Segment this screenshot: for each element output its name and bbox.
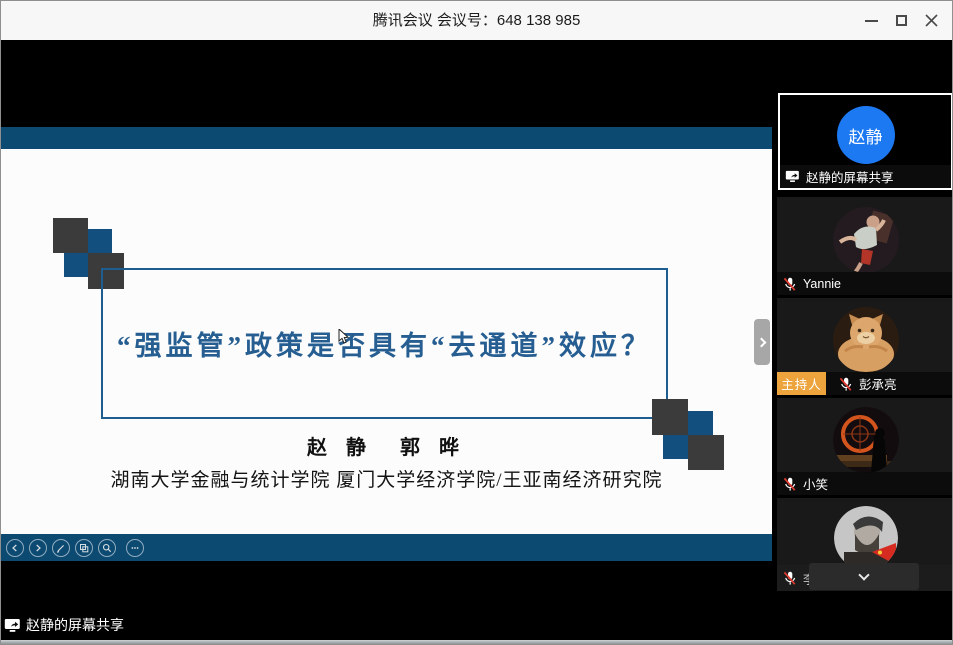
host-badge: 主持人 bbox=[777, 372, 826, 395]
slide-top-bar bbox=[1, 127, 772, 149]
participant-name: 彭承亮 bbox=[859, 374, 897, 393]
screen-share-icon bbox=[785, 170, 800, 183]
magnifier-button[interactable] bbox=[98, 539, 116, 557]
window-controls bbox=[856, 1, 946, 40]
mouse-cursor bbox=[338, 329, 350, 345]
arrow-left-icon bbox=[10, 543, 20, 553]
next-slide-button[interactable] bbox=[29, 539, 47, 557]
minimize-icon bbox=[865, 20, 878, 22]
maximize-button[interactable] bbox=[886, 6, 916, 36]
avatar-lili bbox=[834, 506, 898, 570]
tile-label-yannie: Yannie bbox=[777, 272, 953, 295]
participant-name: Yannie bbox=[803, 277, 841, 291]
slide-title-box: “强监管”政策是否具有“去通道”效应？ bbox=[101, 268, 668, 419]
titlebar[interactable]: 腾讯会议 会议号：648 138 985 bbox=[1, 1, 952, 40]
mic-muted-icon bbox=[838, 376, 853, 392]
avatar-initials: 赵静 bbox=[849, 123, 883, 148]
meeting-window: 腾讯会议 会议号：648 138 985 “强监管”政策是否具有“去通道”效应？… bbox=[0, 0, 953, 645]
maximize-icon bbox=[896, 15, 907, 26]
slides-icon bbox=[79, 543, 89, 553]
slide-authors: 赵 静 郭 晔 bbox=[1, 431, 772, 460]
window-bottom-frame bbox=[1, 640, 952, 644]
avatar-yannie bbox=[833, 207, 899, 273]
avatar-ferris-wheel bbox=[833, 407, 899, 473]
participant-tile-xiaoxiao[interactable]: 小笑 bbox=[777, 398, 953, 495]
screen-share-banner: 赵静的屏幕共享 bbox=[4, 615, 124, 635]
decor-square-dark-br-1 bbox=[652, 399, 688, 435]
ellipsis-icon bbox=[130, 543, 140, 553]
avatar-cat bbox=[833, 307, 899, 373]
slide-title: “强监管”政策是否具有“去通道”效应？ bbox=[117, 324, 652, 363]
more-tools-button[interactable] bbox=[126, 539, 144, 557]
arrow-right-icon bbox=[33, 543, 43, 553]
participant-tile-pengchengliang[interactable]: 主持人 彭承亮 bbox=[777, 298, 953, 395]
slide-panel-button[interactable] bbox=[75, 539, 93, 557]
screen-share-icon bbox=[4, 618, 21, 633]
tile-label-xiaoxiao: 小笑 bbox=[777, 472, 953, 495]
participant-tile-yannie[interactable]: Yannie bbox=[777, 197, 953, 295]
collapse-video-list-button[interactable] bbox=[809, 563, 919, 590]
tile-label-zhaojing: 赵静的屏幕共享 bbox=[780, 165, 951, 188]
participant-name: 小笑 bbox=[803, 474, 828, 493]
previous-slide-button[interactable] bbox=[6, 539, 24, 557]
participant-tile-zhaojing[interactable]: 赵静 赵静的屏幕共享 bbox=[778, 93, 953, 190]
slide-bottom-bar bbox=[1, 534, 772, 561]
slide-affiliation: 湖南大学金融与统计学院 厦门大学经济学院/王亚南经济研究院 bbox=[1, 465, 772, 492]
shared-slide: “强监管”政策是否具有“去通道”效应？ 赵 静 郭 晔 湖南大学金融与统计学院 … bbox=[1, 149, 772, 534]
close-button[interactable] bbox=[916, 6, 946, 36]
screen-share-banner-label: 赵静的屏幕共享 bbox=[26, 615, 124, 635]
tile-label-pengchengliang: 主持人 彭承亮 bbox=[777, 372, 953, 395]
participant-name: 赵静的屏幕共享 bbox=[806, 167, 894, 186]
mic-muted-icon bbox=[782, 276, 797, 292]
close-icon bbox=[925, 14, 938, 27]
window-title: 腾讯会议 会议号：648 138 985 bbox=[1, 1, 952, 40]
chevron-down-icon bbox=[858, 569, 869, 580]
decor-square-dark-tl-1 bbox=[53, 218, 88, 253]
pen-tool-button[interactable] bbox=[52, 539, 70, 557]
mic-muted-icon bbox=[782, 476, 797, 492]
magnifier-icon bbox=[102, 543, 112, 553]
avatar-zhaojing: 赵静 bbox=[837, 106, 895, 164]
chevron-right-icon bbox=[756, 337, 766, 347]
pen-icon bbox=[56, 543, 66, 553]
minimize-button[interactable] bbox=[856, 6, 886, 36]
panel-collapse-handle[interactable] bbox=[754, 319, 770, 365]
mic-muted-icon bbox=[782, 570, 797, 586]
